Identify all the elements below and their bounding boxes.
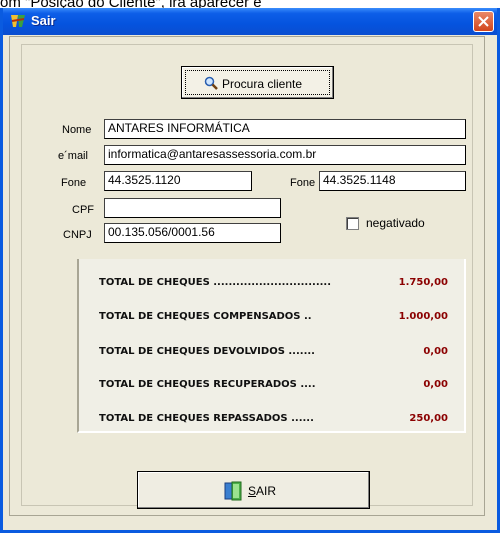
window-title: Sair bbox=[31, 13, 56, 28]
cpf-label: CPF bbox=[72, 204, 94, 216]
total-cheques-label: TOTAL DE CHEQUES .......................… bbox=[99, 277, 332, 288]
nome-label: Nome bbox=[62, 124, 92, 136]
negativado-checkbox[interactable] bbox=[346, 217, 359, 230]
total-cheques-value: 1.750,00 bbox=[398, 277, 448, 288]
fone2-field[interactable]: 44.3525.1148 bbox=[319, 171, 466, 191]
total-recuperados-value: 0,00 bbox=[423, 379, 448, 390]
totals-panel: TOTAL DE CHEQUES .......................… bbox=[77, 259, 466, 433]
total-compensados-label: TOTAL DE CHEQUES COMPENSADOS .. bbox=[99, 311, 312, 322]
cnpj-label: CNPJ bbox=[63, 229, 92, 241]
exit-door-icon bbox=[224, 481, 242, 501]
exit-label-rest: AIR bbox=[256, 484, 277, 498]
nome-field[interactable]: ANTARES INFORMÁTICA bbox=[104, 119, 466, 139]
total-devolvidos-value: 0,00 bbox=[423, 346, 448, 357]
email-label: e´mail bbox=[58, 150, 88, 162]
total-compensados-value: 1.000,00 bbox=[398, 311, 448, 322]
exit-button[interactable]: SAIR bbox=[137, 471, 370, 509]
app-logo-icon bbox=[11, 15, 25, 27]
total-repassados-value: 250,00 bbox=[409, 413, 448, 424]
fone1-field[interactable]: 44.3525.1120 bbox=[104, 171, 252, 191]
fone2-label: Fone bbox=[290, 177, 316, 189]
magnifier-icon bbox=[204, 76, 218, 90]
close-icon bbox=[478, 16, 489, 27]
exit-button-label: SAIR bbox=[248, 484, 276, 498]
cpf-field[interactable] bbox=[104, 198, 281, 218]
search-client-button[interactable]: Procura cliente bbox=[181, 66, 334, 99]
fone1-label: Fone bbox=[61, 177, 87, 189]
negativado-label: negativado bbox=[366, 216, 425, 230]
search-client-label: Procura cliente bbox=[222, 77, 303, 91]
email-field[interactable]: informatica@antaresassessoria.com.br bbox=[104, 145, 466, 165]
total-recuperados-label: TOTAL DE CHEQUES RECUPERADOS .... bbox=[99, 379, 316, 390]
total-devolvidos-label: TOTAL DE CHEQUES DEVOLVIDOS ....... bbox=[99, 346, 315, 357]
title-bar[interactable]: Sair bbox=[3, 8, 497, 35]
cnpj-field[interactable]: 00.135.056/0001.56 bbox=[104, 223, 281, 243]
total-repassados-label: TOTAL DE CHEQUES REPASSADOS ...... bbox=[99, 413, 314, 424]
exit-mnemonic: S bbox=[248, 484, 257, 498]
close-button[interactable] bbox=[473, 11, 494, 32]
